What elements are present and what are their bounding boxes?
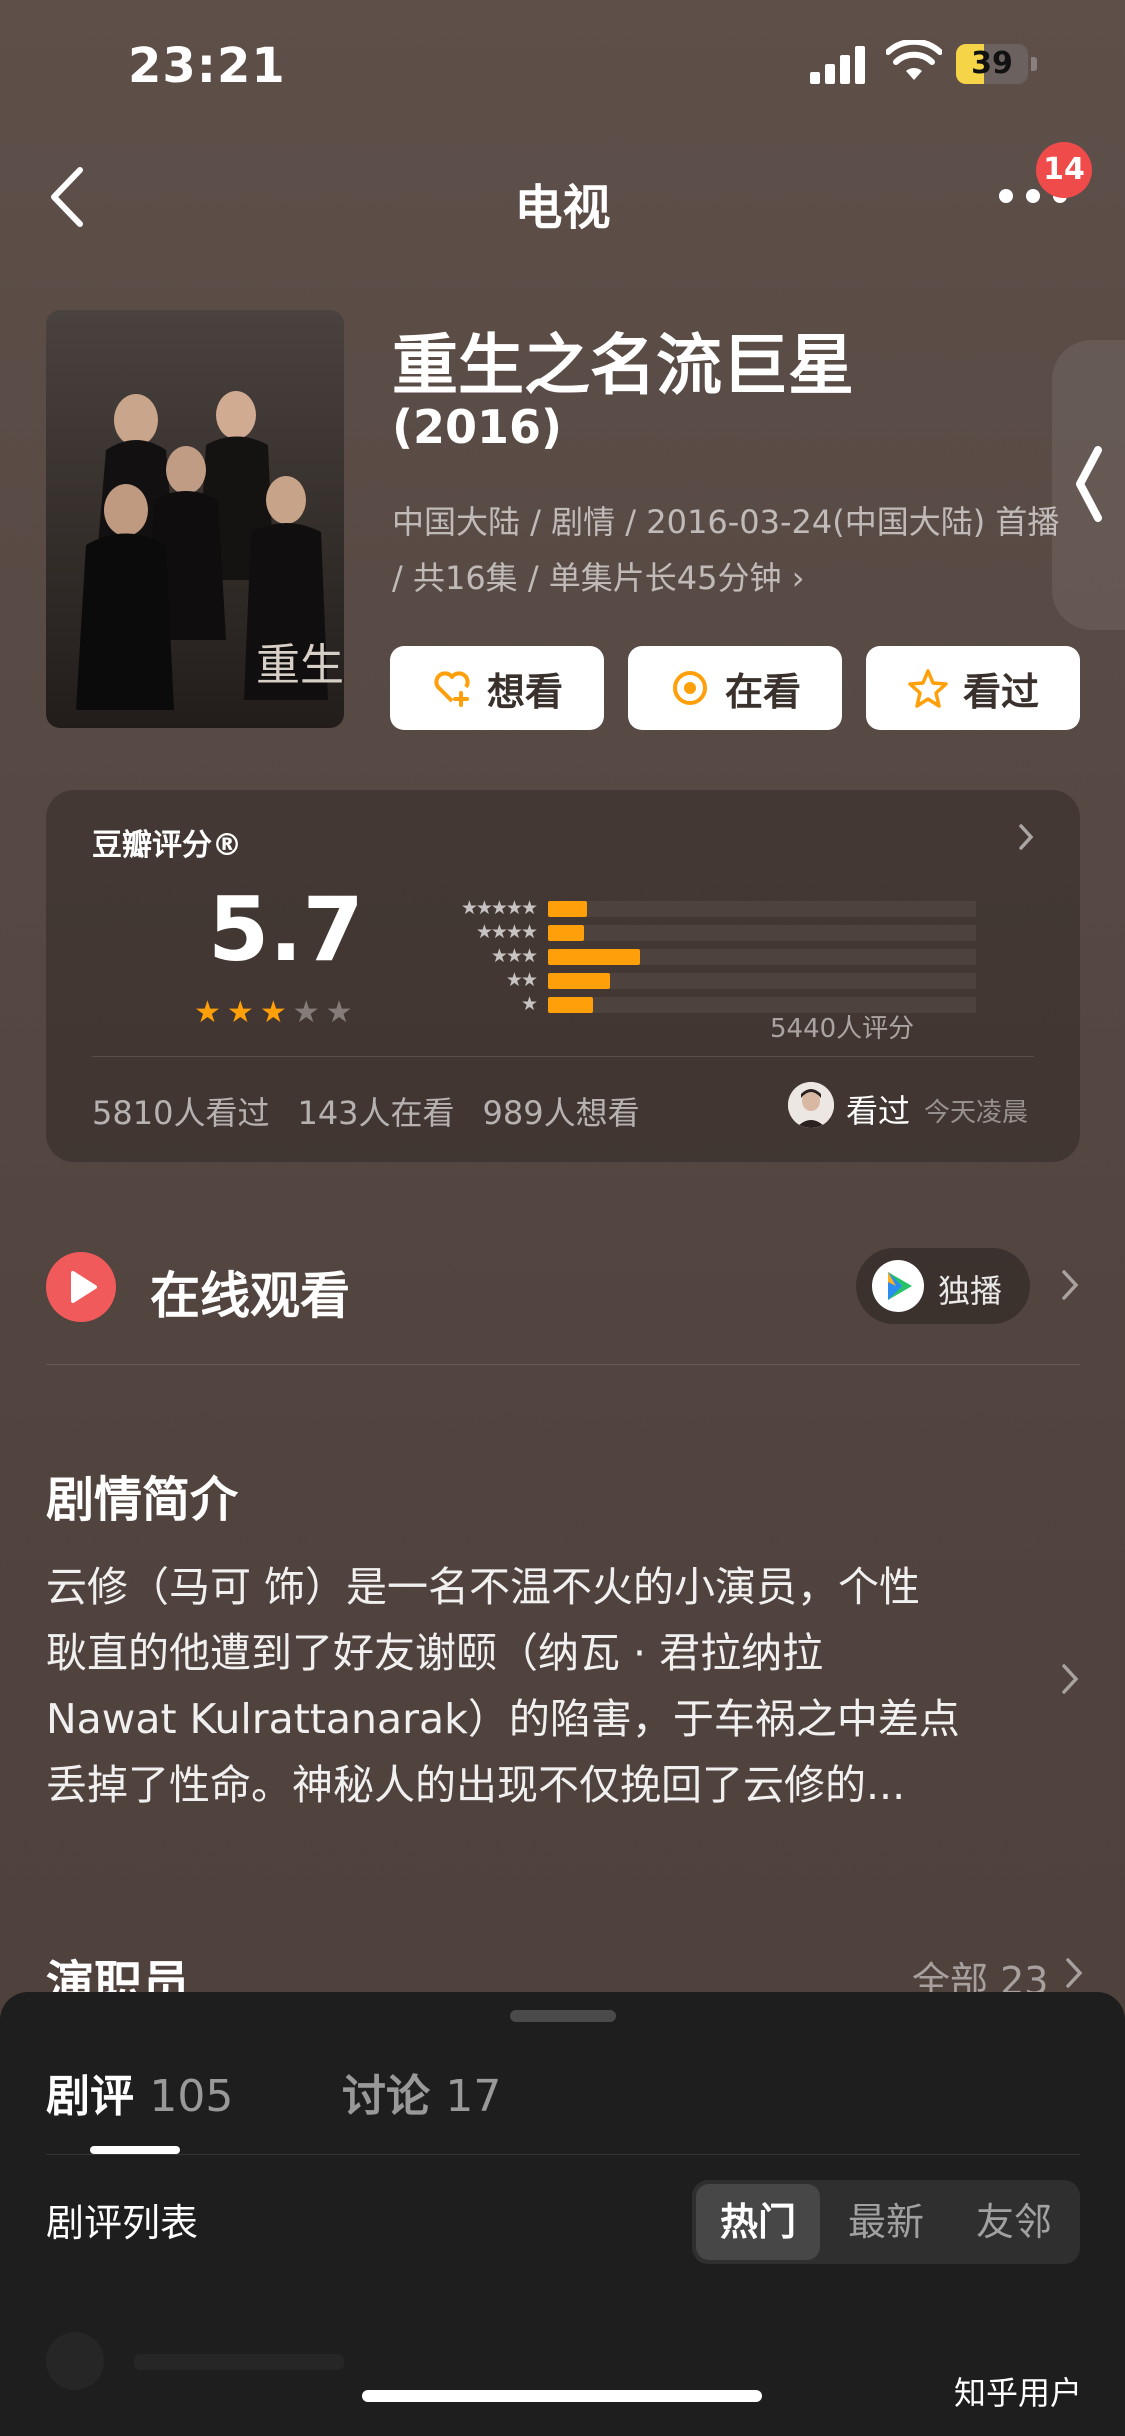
cellular-signal-icon	[810, 46, 865, 84]
synopsis-title: 剧情简介	[46, 1472, 239, 1528]
rating-stars: ★ ★ ★ ★ ★	[194, 998, 353, 1028]
online-watch-title[interactable]: 在线观看	[150, 1256, 350, 1328]
distribution-stars-label: ★★★★	[475, 921, 538, 943]
wifi-icon	[886, 40, 942, 80]
rating-score: 5.7	[208, 878, 364, 981]
streaming-platform-logo-icon	[872, 1260, 924, 1312]
user-avatar[interactable]	[788, 1082, 834, 1128]
notification-badge: 14	[1036, 142, 1092, 198]
want-to-watch-label: 想看	[486, 669, 563, 714]
distribution-stars-label: ★★	[505, 969, 538, 991]
distribution-stars-label: ★★★	[490, 945, 538, 967]
tab-reviews-count: 105	[149, 2071, 234, 2122]
chevron-right-icon: ›	[791, 559, 805, 597]
star-filled-icon: ★	[259, 995, 287, 1030]
sort-segmented-control[interactable]: 热门 最新 友邻	[692, 2180, 1080, 2264]
synopsis-line: Nawat Kulrattanarak）的陷害，于车祸之中差点	[46, 1695, 960, 1743]
home-indicator[interactable]	[362, 2390, 762, 2402]
distribution-bar	[548, 973, 611, 989]
movie-year: (2016)	[392, 400, 563, 454]
my-watch-time: 今天凌晨	[924, 1098, 1029, 1128]
divider	[46, 1364, 1080, 1365]
segment-friends[interactable]: 友邻	[952, 2180, 1076, 2264]
movie-meta-text: 中国大陆 / 剧情 / 2016-03-24(中国大陆) 首播 / 共16集 /…	[392, 503, 1060, 597]
battery-icon: 39	[956, 44, 1038, 84]
chevron-left-icon	[1076, 446, 1102, 522]
distribution-stars-label: ★★★★★	[460, 897, 538, 919]
chevron-right-icon[interactable]	[1060, 1268, 1080, 1302]
segment-hot[interactable]: 热门	[696, 2180, 820, 2264]
play-icon[interactable]	[46, 1252, 116, 1322]
synopsis-line: 丢掉了性命。神秘人的出现不仅挽回了云修的...	[46, 1761, 906, 1809]
tab-indicator	[90, 2146, 180, 2154]
page-title: 电视	[514, 180, 611, 236]
tab-discussion-label: 讨论	[342, 2071, 430, 2122]
watermark: 知乎用户	[954, 2374, 1083, 2412]
rating-distribution-row: ★★★	[386, 945, 986, 967]
distribution-bar	[548, 925, 585, 941]
tab-discussion-count: 17	[445, 2071, 502, 2122]
distribution-bar	[548, 901, 587, 917]
watching-label: 在看	[724, 669, 801, 714]
watching-button[interactable]: 在看	[628, 646, 842, 730]
tab-discussion[interactable]: 讨论 17	[342, 2060, 501, 2124]
battery-level: 39	[971, 46, 1013, 81]
chevron-right-icon	[1019, 824, 1034, 850]
movie-meta[interactable]: 中国大陆 / 剧情 / 2016-03-24(中国大陆) 首播 / 共16集 /…	[392, 494, 1072, 606]
distribution-bar-track	[548, 973, 976, 989]
tab-reviews-label: 剧评	[46, 2071, 134, 2122]
chevron-right-icon[interactable]	[1064, 1956, 1084, 1990]
poster-image[interactable]: 重生	[46, 310, 344, 728]
rating-distribution-row: ★★★★★	[386, 897, 986, 919]
synopsis-line: 耿直的他遭到了好友谢颐（纳瓦 · 君拉纳拉	[46, 1629, 824, 1677]
exclusive-label: 独播	[938, 1272, 1003, 1310]
douban-rating-card[interactable]: 豆瓣评分® 5.7 ★ ★ ★ ★ ★ ★★★★★ ★★★★ ★★★ ★★ ★ 5440人评分 …	[46, 790, 1080, 1162]
star-empty-icon: ★	[325, 995, 353, 1030]
distribution-bar-track	[548, 925, 976, 941]
watching-count: 143人在看	[297, 1094, 455, 1132]
rating-distribution-row: ★★★★	[386, 921, 986, 943]
star-filled-icon: ★	[194, 995, 221, 1030]
segment-latest[interactable]: 最新	[824, 2180, 948, 2264]
rating-distribution-row: ★★	[386, 969, 986, 991]
loading-avatar-placeholder	[46, 2332, 104, 2390]
watching-target-icon	[672, 671, 707, 705]
tab-reviews[interactable]: 剧评 105	[46, 2060, 233, 2124]
synopsis-text[interactable]: 云修（马可 饰）是一名不温不火的小演员，个性 耿直的他遭到了好友谢颐（纳瓦 · …	[46, 1554, 1036, 1818]
star-outline-icon	[908, 669, 948, 708]
svg-text:重生: 重生	[256, 640, 344, 691]
exclusive-platform-button[interactable]: 独播	[856, 1248, 1030, 1324]
distribution-stars-label: ★	[520, 993, 538, 1015]
rating-label: 豆瓣评分®	[92, 828, 242, 863]
synopsis-line: 云修（马可 饰）是一名不温不火的小演员，个性	[46, 1563, 921, 1611]
distribution-bar	[548, 997, 593, 1013]
divider	[46, 2154, 1080, 2155]
distribution-bar-track	[548, 901, 976, 917]
watched-button[interactable]: 看过	[866, 646, 1080, 730]
sheet-drag-handle[interactable]	[510, 2010, 616, 2022]
rating-count: 5440人评分	[770, 1014, 915, 1044]
heart-plus-icon	[434, 671, 470, 707]
watched-count: 5810人看过	[92, 1094, 270, 1132]
watched-label: 看过	[962, 669, 1039, 714]
review-list-label: 剧评列表	[46, 2201, 199, 2245]
distribution-bar-track	[548, 949, 976, 965]
divider	[92, 1056, 1034, 1057]
loading-text-placeholder	[134, 2354, 344, 2370]
reviews-bottom-sheet[interactable]: 剧评 105 讨论 17 剧评列表 热门 最新 友邻 知乎用户	[0, 1992, 1125, 2436]
movie-title: 重生之名流巨星	[392, 327, 854, 404]
star-filled-icon: ★	[226, 995, 254, 1030]
watch-stats: 5810人看过 143人在看 989人想看	[92, 1088, 640, 1134]
want-to-watch-button[interactable]: 想看	[390, 646, 604, 730]
chevron-right-icon[interactable]	[1060, 1662, 1080, 1696]
distribution-bar	[548, 949, 641, 965]
star-empty-icon: ★	[292, 995, 320, 1030]
my-watch-status: 看过	[846, 1092, 911, 1130]
want-count: 989人想看	[482, 1094, 640, 1132]
status-time: 23:21	[128, 38, 286, 94]
